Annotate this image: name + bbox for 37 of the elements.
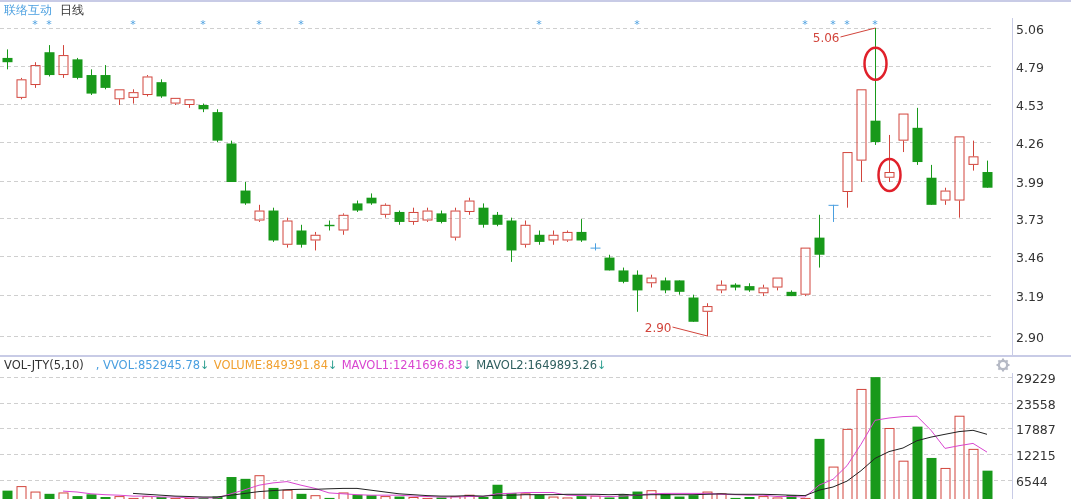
stock-name: 联络互动 [4, 2, 52, 18]
annotation: 2.90 [644, 321, 672, 336]
price-callout: 2.90 [644, 321, 708, 337]
star-marker: * [200, 18, 206, 31]
indicator-value: MAVOL1:1241696.83 [341, 356, 463, 373]
star-marker: * [46, 18, 52, 31]
indicator-name: VOL-JTY(5,10) [4, 356, 84, 373]
down-arrow: ↓ [328, 356, 338, 373]
axis-label: 29229 [1016, 372, 1056, 386]
down-arrow: ↓ [597, 356, 607, 373]
indicator-value: , VVOL:852945.78 [95, 356, 201, 373]
star-marker: * [256, 18, 262, 31]
star-marker: * [32, 18, 38, 31]
axis-label: 2.90 [1016, 329, 1044, 345]
axis-label: 23558 [1016, 396, 1056, 412]
axis-label: 3.73 [1016, 211, 1044, 227]
down-arrow: ↓ [200, 356, 210, 373]
axis-label: 4.26 [1016, 135, 1044, 151]
axis-label: 3.46 [1016, 249, 1044, 265]
annotation: 5.06 [812, 30, 840, 45]
axis-label: 4.79 [1016, 59, 1044, 75]
star-marker: * [536, 18, 542, 31]
indicator-value: VOLUME:849391.84 [213, 356, 328, 373]
star-marker: * [130, 18, 136, 31]
star-marker: * [634, 18, 640, 31]
axis-label: 4.53 [1016, 97, 1044, 113]
star-marker: * [298, 18, 304, 31]
down-arrow: ↓ [462, 356, 473, 373]
indicator-value: MAVOL2:1649893.26 [476, 356, 597, 373]
axis-label: 6544 [1016, 473, 1048, 489]
axis-label: 17887 [1016, 421, 1056, 437]
axis-label: 3.19 [1016, 288, 1044, 304]
axis-label: 5.06 [1016, 21, 1044, 37]
star-marker: * [802, 18, 808, 31]
axis-label: 12215 [1016, 447, 1056, 463]
axis-label: 3.99 [1016, 174, 1044, 190]
period-label: 日线 [60, 2, 84, 18]
